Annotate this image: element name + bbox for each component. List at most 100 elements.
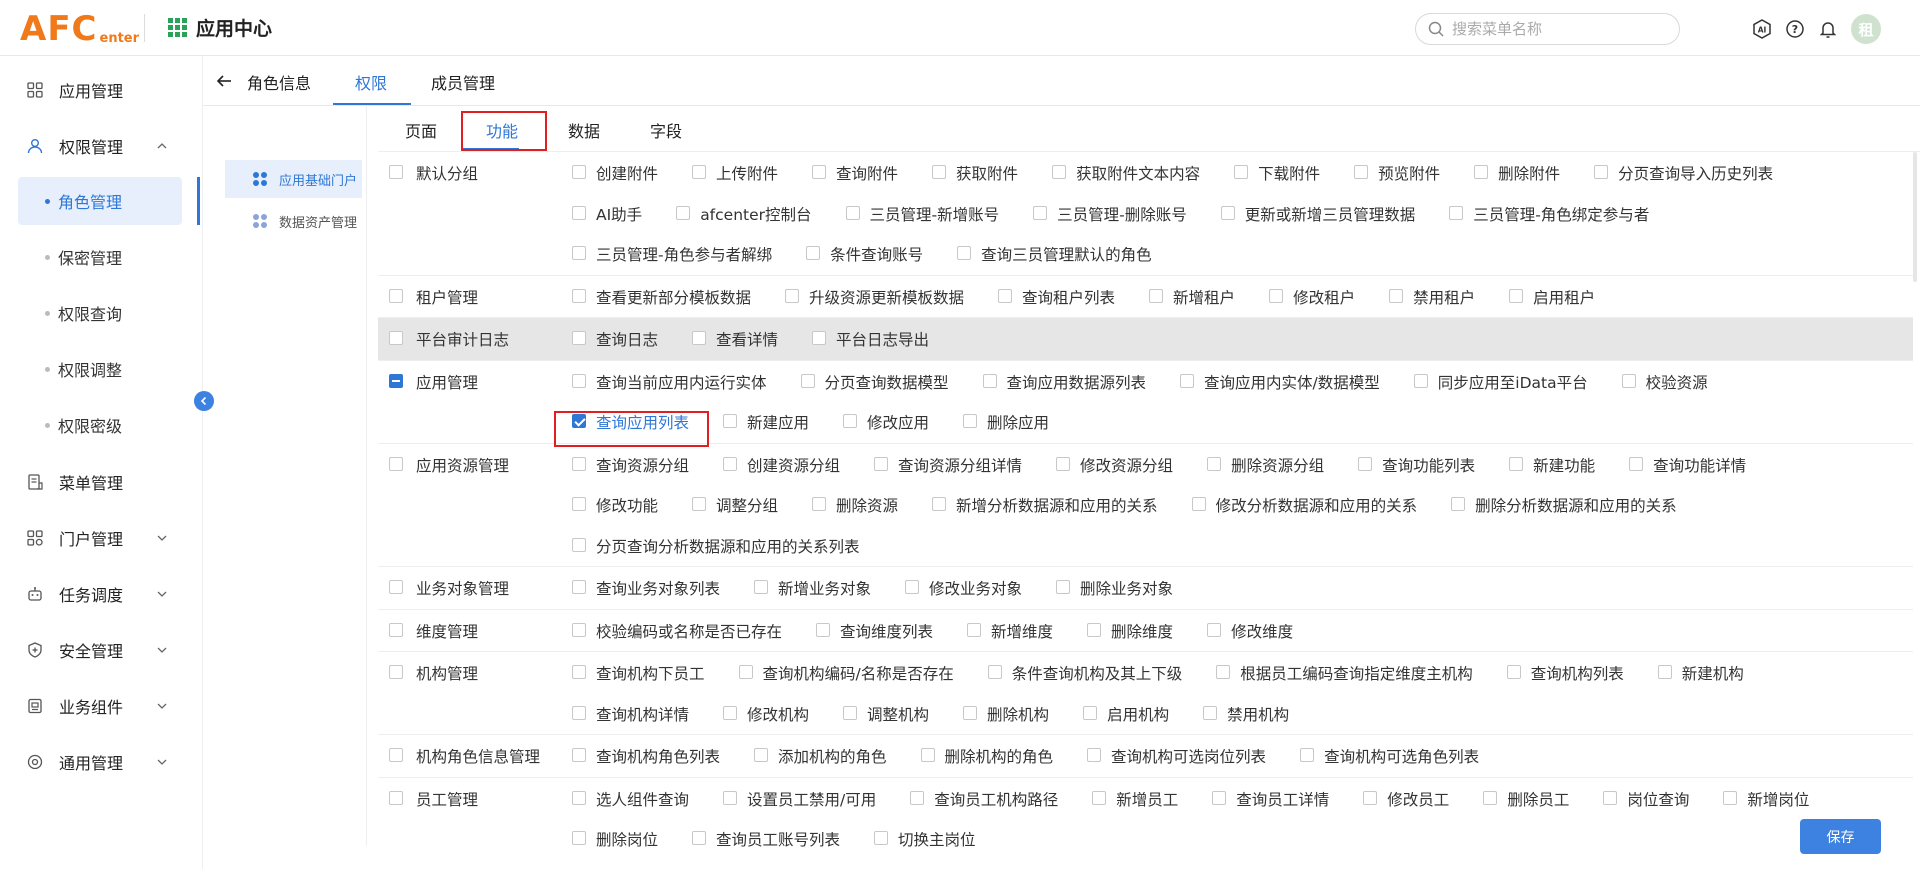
permission-checkbox[interactable] bbox=[932, 165, 947, 179]
permission-checkbox[interactable] bbox=[723, 456, 738, 471]
permission-label[interactable]: 禁用租户 bbox=[1413, 286, 1475, 308]
permission-label[interactable]: 删除业务对象 bbox=[1080, 577, 1173, 599]
permission-label[interactable]: 新增维度 bbox=[991, 620, 1053, 642]
permission-label[interactable]: 分页查询导入历史列表 bbox=[1618, 162, 1773, 184]
permission-label[interactable]: 查询日志 bbox=[596, 328, 658, 350]
subtab-field[interactable]: 字段 bbox=[650, 118, 682, 142]
permission-checkbox[interactable] bbox=[572, 331, 586, 345]
category-checkbox[interactable] bbox=[389, 165, 403, 179]
category-checkbox[interactable] bbox=[389, 790, 403, 805]
permission-checkbox[interactable] bbox=[1216, 665, 1231, 679]
permission-checkbox[interactable] bbox=[572, 705, 586, 720]
permission-checkbox[interactable] bbox=[1149, 288, 1164, 303]
permission-label[interactable]: 删除维度 bbox=[1111, 620, 1173, 642]
permission-checkbox[interactable] bbox=[1033, 205, 1048, 220]
permission-label[interactable]: 三员管理-删除账号 bbox=[1057, 203, 1187, 225]
permission-label[interactable]: 查询租户列表 bbox=[1022, 286, 1115, 308]
permission-label[interactable]: 分页查询数据模型 bbox=[825, 371, 949, 393]
permission-label[interactable]: 修改应用 bbox=[867, 411, 929, 433]
permission-label[interactable]: 条件查询账号 bbox=[830, 243, 923, 265]
permission-checkbox[interactable] bbox=[812, 165, 827, 179]
permission-checkbox[interactable] bbox=[1506, 665, 1521, 679]
permission-checkbox[interactable] bbox=[1092, 790, 1107, 805]
permission-checkbox[interactable] bbox=[572, 414, 586, 428]
permission-checkbox[interactable] bbox=[806, 246, 821, 260]
tree-item-app-basic-portal[interactable]: 应用基础门户 bbox=[225, 160, 362, 198]
permission-label[interactable]: 新建机构 bbox=[1682, 662, 1744, 684]
help-icon[interactable]: ? bbox=[1785, 19, 1805, 39]
permission-checkbox[interactable] bbox=[572, 165, 586, 179]
permission-checkbox[interactable] bbox=[845, 205, 860, 220]
permission-checkbox[interactable] bbox=[905, 580, 920, 594]
sidebar-sub-role-management[interactable]: 角色管理 bbox=[18, 177, 182, 225]
permission-checkbox[interactable] bbox=[1451, 497, 1466, 511]
category-checkbox[interactable] bbox=[389, 580, 403, 594]
permission-checkbox[interactable] bbox=[1413, 373, 1428, 388]
permission-checkbox[interactable] bbox=[1269, 288, 1284, 303]
permission-label[interactable]: 校验资源 bbox=[1646, 371, 1708, 393]
permission-checkbox[interactable] bbox=[572, 622, 586, 637]
permission-checkbox[interactable] bbox=[920, 748, 935, 762]
permission-checkbox[interactable] bbox=[572, 456, 586, 471]
permission-label[interactable]: 创建资源分组 bbox=[747, 454, 840, 476]
save-button[interactable]: 保存 bbox=[1800, 819, 1881, 854]
subtab-data[interactable]: 数据 bbox=[568, 118, 600, 142]
permission-checkbox[interactable] bbox=[692, 831, 707, 845]
permission-checkbox[interactable] bbox=[572, 373, 586, 388]
permission-label[interactable]: 上传附件 bbox=[716, 162, 778, 184]
permission-checkbox[interactable] bbox=[1483, 790, 1498, 805]
sidebar-item-portal-management[interactable]: 门户管理 bbox=[0, 514, 203, 562]
permission-label[interactable]: 查询机构下员工 bbox=[596, 662, 705, 684]
permission-label[interactable]: 新增员工 bbox=[1116, 788, 1178, 810]
permission-label[interactable]: 根据员工编码查询指定维度主机构 bbox=[1240, 662, 1473, 684]
permission-label[interactable]: 启用租户 bbox=[1533, 286, 1595, 308]
permission-checkbox[interactable] bbox=[1191, 497, 1206, 511]
permission-checkbox[interactable] bbox=[1358, 456, 1373, 471]
tab-role-info[interactable]: 角色信息 bbox=[247, 70, 311, 94]
permission-label[interactable]: 修改维度 bbox=[1231, 620, 1293, 642]
permission-checkbox[interactable] bbox=[1389, 288, 1404, 303]
scrollbar[interactable] bbox=[1913, 152, 1917, 282]
permission-checkbox[interactable] bbox=[676, 205, 691, 220]
permission-checkbox[interactable] bbox=[1087, 622, 1102, 637]
category-checkbox[interactable] bbox=[389, 331, 403, 345]
sidebar-sub-permission-level[interactable]: 权限密级 bbox=[18, 401, 182, 449]
permission-label[interactable]: 设置员工禁用/可用 bbox=[747, 788, 876, 810]
sidebar-item-permission-management[interactable]: 权限管理 bbox=[0, 122, 203, 170]
permission-label[interactable]: 分页查询分析数据源和应用的关系列表 bbox=[596, 535, 860, 557]
permission-label[interactable]: 新建应用 bbox=[747, 411, 809, 433]
permission-label[interactable]: 查询机构列表 bbox=[1531, 662, 1624, 684]
permission-label[interactable]: 查询机构可选角色列表 bbox=[1324, 745, 1479, 767]
permission-checkbox[interactable] bbox=[572, 497, 586, 511]
permission-label[interactable]: 平台日志导出 bbox=[836, 328, 929, 350]
permission-checkbox[interactable] bbox=[1594, 165, 1609, 179]
permission-checkbox[interactable] bbox=[957, 246, 972, 260]
permission-checkbox[interactable] bbox=[1056, 580, 1071, 594]
permission-checkbox[interactable] bbox=[874, 831, 889, 845]
ai-assistant-icon[interactable]: AI bbox=[1752, 19, 1772, 39]
permission-checkbox[interactable] bbox=[572, 831, 586, 845]
permission-label[interactable]: 查询当前应用内运行实体 bbox=[596, 371, 767, 393]
category-checkbox[interactable] bbox=[389, 373, 403, 388]
permission-label[interactable]: 查看更新部分模板数据 bbox=[596, 286, 751, 308]
sidebar-item-app-management[interactable]: 应用管理 bbox=[0, 66, 203, 114]
permission-checkbox[interactable] bbox=[963, 705, 978, 720]
permission-label[interactable]: 查询员工详情 bbox=[1236, 788, 1329, 810]
permission-label[interactable]: 调整分组 bbox=[716, 494, 778, 516]
permission-checkbox[interactable] bbox=[1052, 165, 1067, 179]
afcenter-logo[interactable]: AFC enter bbox=[20, 8, 139, 48]
permission-label[interactable]: 新增业务对象 bbox=[778, 577, 871, 599]
permission-label[interactable]: 条件查询机构及其上下级 bbox=[1012, 662, 1183, 684]
permission-label[interactable]: 禁用机构 bbox=[1227, 703, 1289, 725]
permission-checkbox[interactable] bbox=[1234, 165, 1249, 179]
permission-checkbox[interactable] bbox=[1220, 205, 1235, 220]
sidebar-item-task-scheduling[interactable]: 任务调度 bbox=[0, 570, 203, 618]
permission-checkbox[interactable] bbox=[987, 665, 1002, 679]
permission-label[interactable]: 删除岗位 bbox=[596, 828, 658, 850]
bell-icon[interactable] bbox=[1818, 19, 1838, 39]
permission-checkbox[interactable] bbox=[1621, 373, 1636, 388]
permission-checkbox[interactable] bbox=[723, 414, 738, 428]
category-checkbox[interactable] bbox=[389, 748, 403, 762]
permission-label[interactable]: 查询三员管理默认的角色 bbox=[981, 243, 1152, 265]
permission-label[interactable]: 校验编码或名称是否已存在 bbox=[596, 620, 782, 642]
